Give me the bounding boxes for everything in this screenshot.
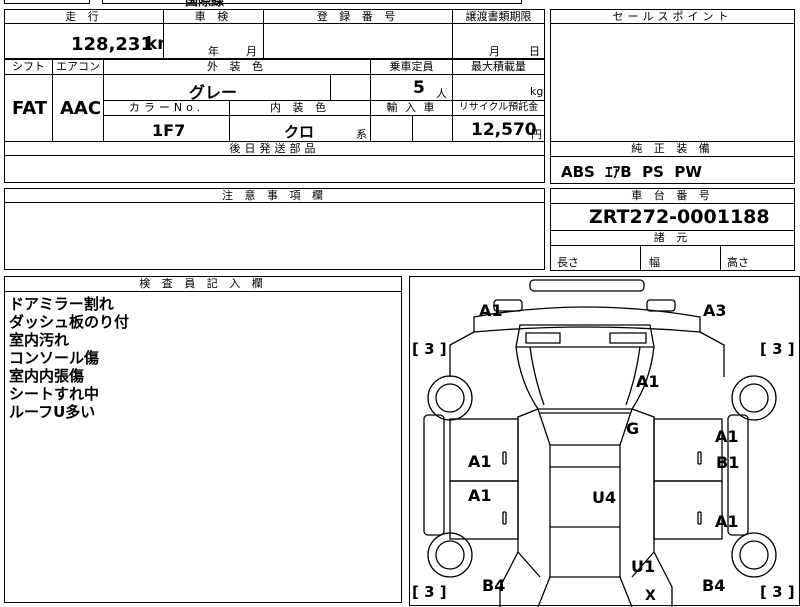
inspector-note: ダッシュ板のり付 [9,313,130,331]
dimensions-header: 諸 元 [550,230,795,246]
car-diagram: A1 A3 [ 3 ] [ 3 ] [ 3 ] [ 3 ] A1 G A1 A1… [409,276,800,607]
later-parts-header: 後日発送部品 [4,141,545,156]
shift-cell: FAT [4,74,53,142]
inspector-header: 検 査 員 記 入 欄 [4,276,402,292]
top-cell-right [102,0,522,4]
hood-label: A1 [636,372,660,391]
color-no-cell: 1F7 [103,115,230,142]
chassis-header: 車 台 番 号 [550,188,795,204]
transfer-cell: 月 日 [452,23,545,59]
later-parts-cell [4,155,545,183]
max-load-unit: kg [530,85,544,98]
notes-header: 注 意 事 項 欄 [4,188,545,203]
registration-header: 登 録 番 号 [263,9,453,24]
standard-equipment-value: ABS ｴｱB PS PW [561,163,702,181]
interior-color-cell: クロ 系 [229,115,371,142]
length-cell: 長さ [550,245,641,271]
aircon-value: AAC [60,98,102,119]
recycle-header: リサイクル預託金 [452,100,545,116]
interior-color-unit: 系 [356,128,367,141]
rear-center-label: X [645,588,656,604]
shift-header: シフト [4,59,53,75]
width-label: 幅 [649,256,660,269]
max-load-cell: kg [452,74,545,101]
transfer-header: 譲渡書類期限 [452,9,545,24]
bracket-bottom-left: [ 3 ] [412,583,447,601]
inspector-note: ドアミラー割れ [9,295,114,313]
chassis-cell: ZRT272-0001188 [550,203,795,231]
right-front-b-label: B1 [716,453,740,472]
inspector-note: 室内汚れ [9,331,70,349]
inspector-note: ルーフU多い [9,403,96,421]
recycle-cell: 12,570 円 [452,115,545,142]
car-outline [423,279,777,607]
rear-right-label: B4 [702,576,726,595]
width-cell: 幅 [640,245,721,271]
inspection-year-unit: 年 [208,45,219,58]
bracket-top-right: [ 3 ] [760,340,795,358]
notes-cell [4,202,545,270]
inspection-cell: 年 月 [163,23,264,59]
color-no-header: カラーNo. [103,100,230,116]
right-rear-door-label: A1 [715,512,739,531]
inspector-note: シートすれ中 [9,385,100,403]
aircon-cell: AAC [52,74,104,142]
capacity-header: 乗車定員 [370,59,453,75]
import-cell-b [412,115,453,142]
right-front-a-label: A1 [715,427,739,446]
import-cell-a [370,115,413,142]
front-right-label: A3 [703,301,727,320]
front-left-label: A1 [479,301,503,320]
height-cell: 高さ [720,245,795,271]
rear-left-label: B4 [482,576,506,595]
aircon-header: エアコン [52,59,104,75]
registration-cell [263,23,453,59]
exterior-color-extra [330,74,371,101]
standard-equipment-header: 純 正 装 備 [550,141,795,157]
length-label: 長さ [557,256,579,269]
mileage-value: 128,231 [71,34,153,55]
mileage-header: 走 行 [4,9,164,24]
interior-color-header: 内 装 色 [229,100,371,116]
recycle-value: 12,570 [471,120,537,140]
top-text: 国際線 [185,0,225,9]
inspection-month-unit: 月 [246,45,257,58]
windshield-label: G [626,419,640,438]
exterior-color-header: 外 装 色 [103,59,371,75]
inspector-note: コンソール傷 [9,349,100,367]
bracket-bottom-right: [ 3 ] [760,583,795,601]
left-rear-door-label: A1 [468,486,492,505]
standard-equipment-cell: ABS ｴｱB PS PW [550,156,795,184]
chassis-value: ZRT272-0001188 [589,206,770,228]
selling-points-cell [550,23,795,142]
bracket-top-left: [ 3 ] [412,340,447,358]
top-cell-left [4,0,90,4]
trunk-label: U1 [631,557,656,576]
transfer-day-unit: 日 [529,45,540,58]
max-load-header: 最大積載量 [452,59,545,75]
capacity-cell: 5 人 [370,74,453,101]
inspector-notes: ドアミラー割れ ダッシュ板のり付 室内汚れ コンソール傷 室内内張傷 シートすれ… [4,291,402,603]
interior-color-value: クロ [284,123,315,141]
mileage-cell: 128,231 km [4,23,175,59]
inspection-header: 車 検 [163,9,264,24]
left-front-door-label: A1 [468,452,492,471]
roof-label: U4 [592,488,617,507]
capacity-unit: 人 [436,87,447,100]
import-header: 輸 入 車 [370,100,453,116]
color-no-value: 1F7 [152,121,186,140]
transfer-month-unit: 月 [489,45,500,58]
recycle-unit: 円 [531,128,542,141]
capacity-value: 5 [413,78,425,98]
inspector-note: 室内内張傷 [9,367,85,385]
selling-points-header: セールスポイント [550,9,795,24]
shift-value: FAT [12,98,48,119]
exterior-color-cell: グレー [103,74,331,102]
height-label: 高さ [727,256,749,269]
